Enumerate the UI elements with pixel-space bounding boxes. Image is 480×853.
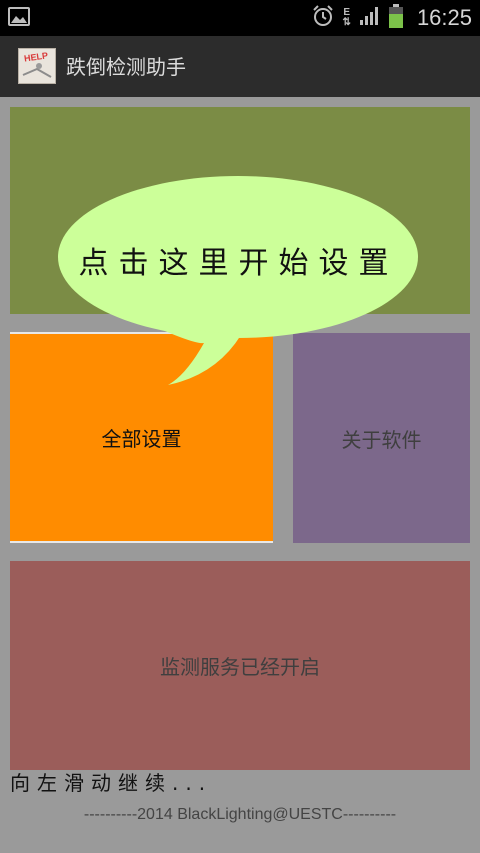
about-software-label: 关于软件 <box>341 427 422 452</box>
swipe-hint: 向左滑动继续... <box>10 771 213 795</box>
monitor-service-tile[interactable]: 监测服务已经开启 <box>10 561 470 770</box>
footer-credit: ----------2014 BlackLighting@UESTC------… <box>83 806 397 823</box>
status-bar: E ⇅ 16:25 <box>0 0 480 36</box>
monitor-service-label: 监测服务已经开启 <box>160 655 320 679</box>
speech-bubble[interactable] <box>56 175 421 395</box>
data-arrows-icon: E ⇅ <box>342 7 351 28</box>
gallery-icon <box>8 7 30 26</box>
action-bar: HELP 跌倒检测助手 <box>0 36 480 97</box>
signal-icon <box>359 6 381 30</box>
clock: 16:25 <box>416 5 472 30</box>
battery-icon <box>388 4 403 32</box>
bubble-text: 点击这里开始设置 <box>78 246 399 281</box>
network-type-label: E <box>343 7 351 18</box>
app-title: 跌倒检测助手 <box>66 55 186 79</box>
all-settings-label: 全部设置 <box>101 427 182 451</box>
app-logo[interactable]: HELP <box>18 48 56 84</box>
alarm-icon <box>311 4 335 32</box>
